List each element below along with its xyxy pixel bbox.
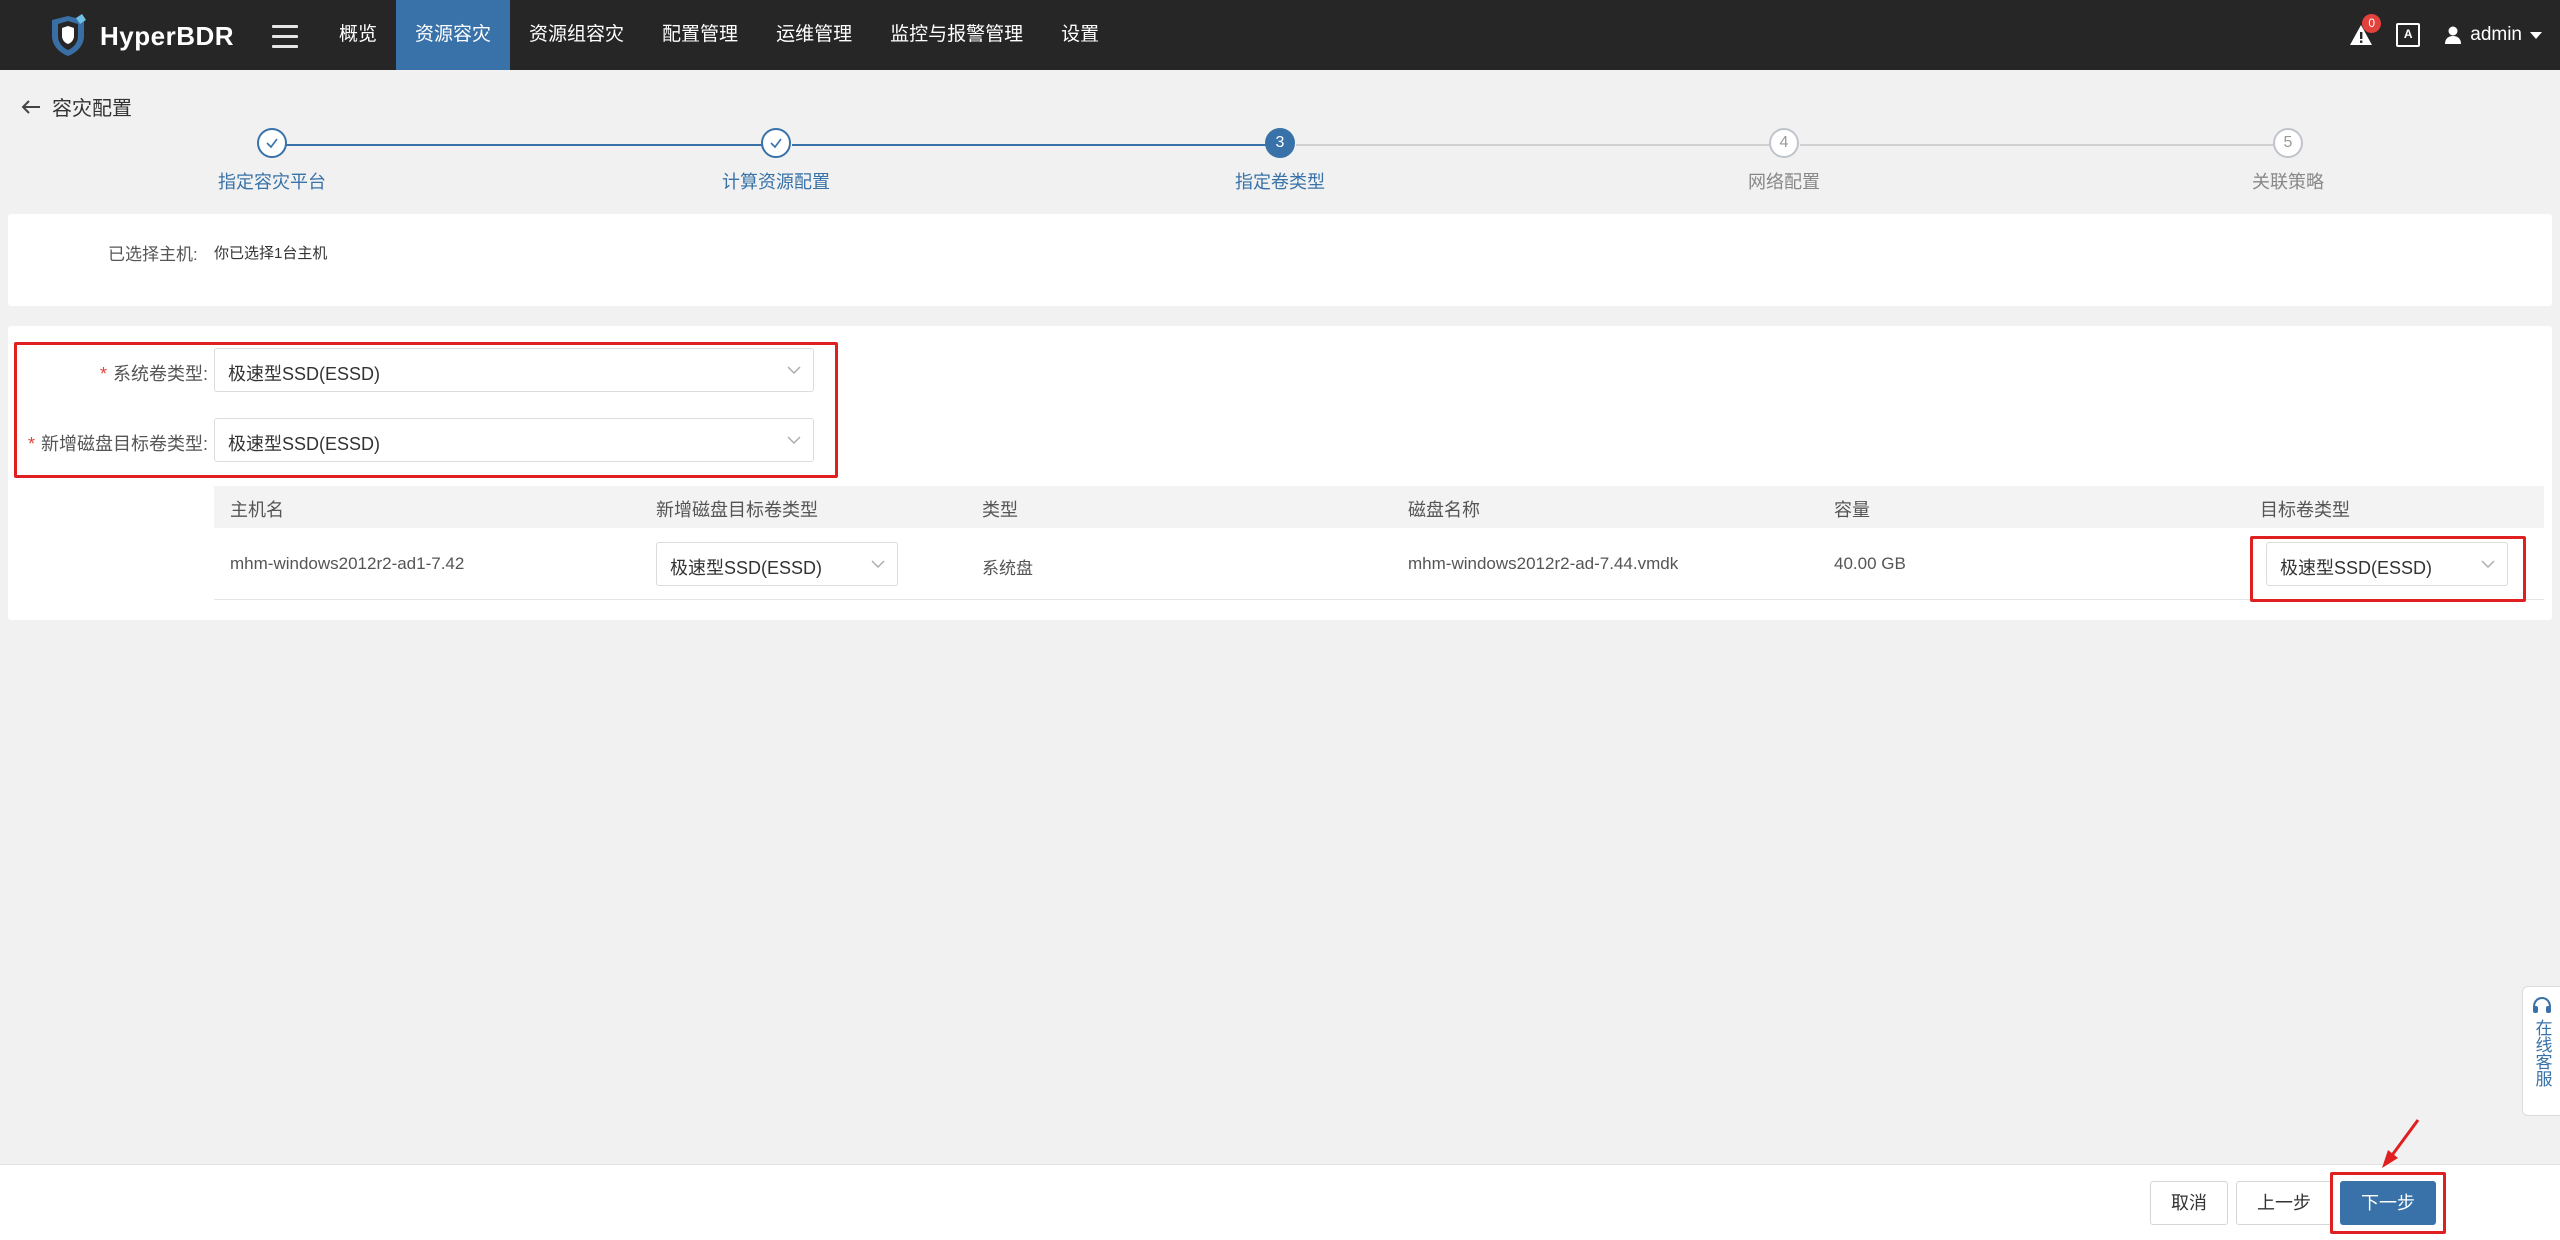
row-new-disk-type-select[interactable]: 极速型SSD(ESSD) [656,542,898,586]
check-icon [761,128,791,158]
system-volume-value: 极速型SSD(ESSD) [228,364,381,384]
nav-item-config-management[interactable]: 配置管理 [643,0,757,70]
brand-logo[interactable]: HyperBDR [46,14,234,58]
cell-disk-name: mhm-windows2012r2-ad-7.44.vmdk [1408,554,1679,573]
chevron-down-icon [787,366,801,374]
nav-item-settings[interactable]: 设置 [1042,0,1118,70]
cell-type: 系统盘 [982,559,1033,578]
disk-table: 主机名 新增磁盘目标卷类型 类型 磁盘名称 容量 目标卷类型 mhm-windo… [214,486,2544,600]
step-specify-dr-platform: 指定容灾平台 [142,128,402,194]
user-icon [2445,26,2462,44]
nav-item-overview[interactable]: 概览 [320,0,396,70]
next-step-button[interactable]: 下一步 [2340,1181,2436,1225]
step-number: 3 [1265,128,1295,158]
system-volume-select[interactable]: 极速型SSD(ESSD) [214,348,814,392]
step-label: 关联策略 [2252,172,2324,192]
step-specify-volume-type: 3 指定卷类型 [1150,128,1410,194]
username: admin [2470,24,2522,45]
selected-hosts-value: 你已选择1台主机 [214,245,328,262]
chevron-down-icon [787,436,801,444]
annotation-arrow-icon [2382,1119,2420,1168]
step-label: 指定容灾平台 [218,172,326,192]
alert-button[interactable]: 0 [2348,14,2382,48]
language-icon[interactable]: A [2396,23,2421,47]
user-menu[interactable]: admin [2444,24,2542,46]
chevron-down-icon [2481,560,2495,568]
check-icon [257,128,287,158]
column-header-type: 类型 [982,500,1018,520]
step-number: 4 [1769,128,1799,158]
selected-hosts-label: 已选择主机: [108,245,198,264]
headset-icon [2532,996,2551,1013]
selected-hosts-panel: 已选择主机: 你已选择1台主机 [8,214,2552,306]
row-target-volume-type-select[interactable]: 极速型SSD(ESSD) [2266,542,2508,586]
footer-bar: 取消 上一步 下一步 [0,1164,2560,1240]
new-disk-volume-value: 极速型SSD(ESSD) [228,434,381,454]
table-row: mhm-windows2012r2-ad1-7.42 极速型SSD(ESSD) … [214,528,2544,600]
nav-item-resource-dr[interactable]: 资源容灾 [396,0,511,70]
system-volume-label: * 系统卷类型: [99,364,208,384]
column-header-capacity: 容量 [1834,500,1870,520]
previous-step-button[interactable]: 上一步 [2236,1181,2332,1225]
page-title: 容灾配置 [52,98,132,120]
row-new-disk-type-value: 极速型SSD(ESSD) [670,558,823,578]
step-network-config: 4 网络配置 [1654,128,1914,194]
top-navigation-bar: HyperBDR 概览 资源容灾 资源组容灾 配置管理 运维管理 监控与报警管理… [0,0,2560,70]
step-label: 计算资源配置 [722,172,830,192]
arrow-left-icon [21,99,40,114]
row-target-volume-type-value: 极速型SSD(ESSD) [2280,558,2433,578]
step-compute-resource-config: 计算资源配置 [646,128,906,194]
step-label: 网络配置 [1748,172,1820,192]
cell-capacity: 40.00 GB [1834,554,1906,573]
brand-name: HyperBDR [100,20,235,51]
column-header-host: 主机名 [230,500,284,520]
online-service-label: 在线客服 [2532,1019,2552,1087]
wizard-steps: 指定容灾平台 计算资源配置 3 指定卷类型 4 网络配置 5 关联策略 [0,128,2560,198]
step-number: 5 [2273,128,2303,158]
new-disk-volume-label: * 新增磁盘目标卷类型: [27,434,208,454]
table-header: 主机名 新增磁盘目标卷类型 类型 磁盘名称 容量 目标卷类型 [214,486,2544,528]
online-service-tab[interactable]: 在线客服 [2522,986,2560,1116]
column-header-target-type: 目标卷类型 [2260,500,2350,520]
step-label: 指定卷类型 [1235,172,1325,192]
hamburger-menu-icon[interactable] [268,18,302,52]
new-disk-volume-select[interactable]: 极速型SSD(ESSD) [214,418,814,462]
back-link[interactable]: 容灾配置 [20,92,132,121]
header-actions: 0 A admin [2348,0,2542,70]
main-nav: 概览 资源容灾 资源组容灾 配置管理 运维管理 监控与报警管理 设置 [320,0,1118,70]
volume-type-panel: * 系统卷类型: 极速型SSD(ESSD) * 新增磁盘目标卷类型: 极速型SSD(… [8,326,2552,620]
nav-item-resource-group-dr[interactable]: 资源组容灾 [510,0,643,70]
nav-item-ops-management[interactable]: 运维管理 [757,0,871,70]
chevron-down-icon [871,560,885,568]
nav-item-monitoring-alerts[interactable]: 监控与报警管理 [871,0,1042,70]
alert-count-badge: 0 [2362,14,2382,33]
step-associate-policy: 5 关联策略 [2158,128,2418,194]
hyperbdr-logo-icon [52,14,86,56]
column-header-new-disk-type: 新增磁盘目标卷类型 [656,500,818,520]
cell-host: mhm-windows2012r2-ad1-7.42 [230,554,465,573]
chevron-down-icon [2530,31,2542,39]
column-header-disk-name: 磁盘名称 [1408,500,1480,520]
cancel-button[interactable]: 取消 [2150,1181,2228,1225]
